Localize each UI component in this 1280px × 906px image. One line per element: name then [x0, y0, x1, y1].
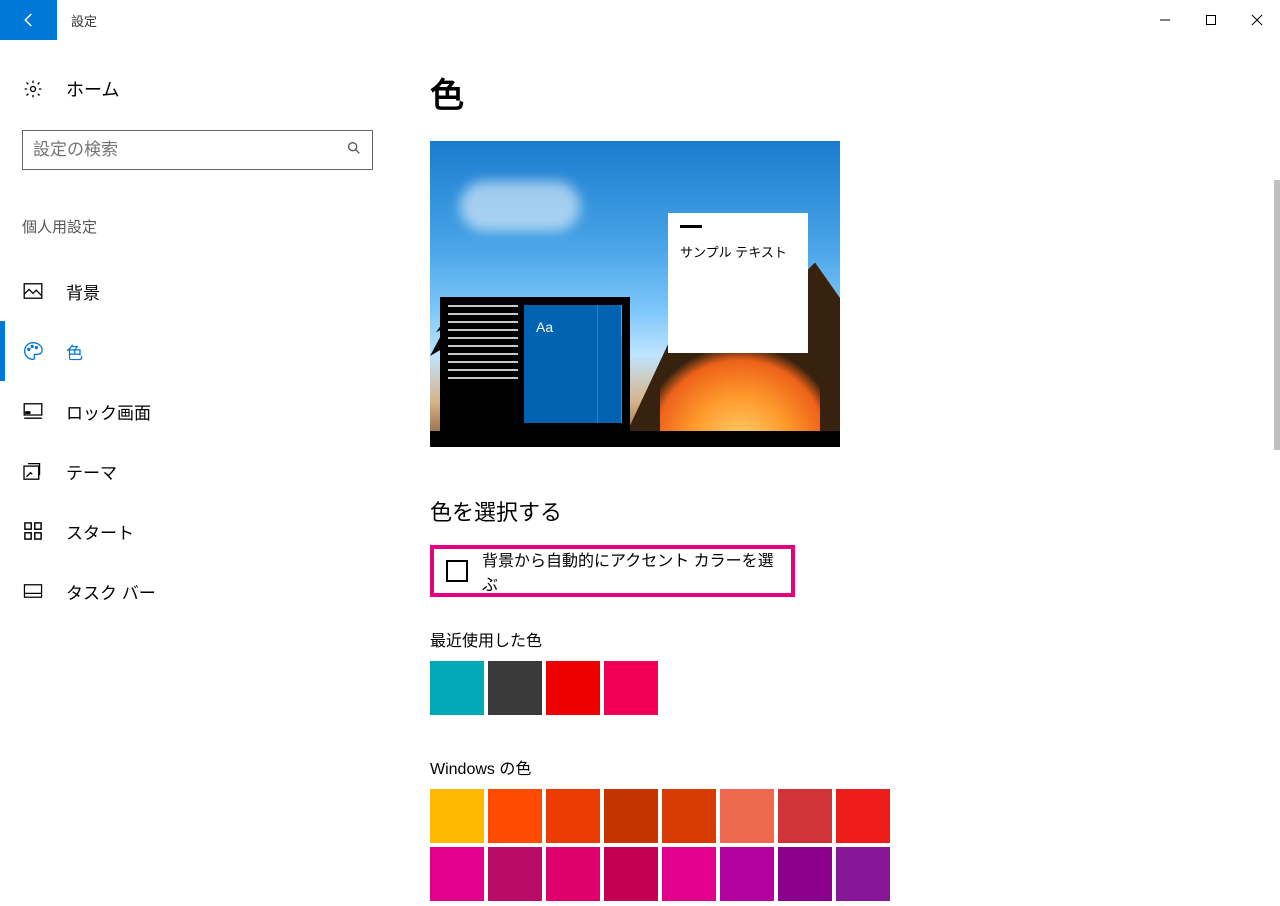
window-title: 設定 [57, 11, 97, 30]
color-swatch[interactable] [836, 789, 890, 843]
checkbox-icon[interactable] [446, 560, 468, 582]
section-label: 個人用設定 [22, 216, 373, 237]
sidebar-item-colors[interactable]: 色 [22, 321, 373, 381]
search-icon [346, 140, 362, 161]
recent-colors [430, 661, 900, 715]
scrollbar[interactable] [1274, 40, 1280, 906]
sidebar-item-taskbar[interactable]: タスク バー [22, 561, 373, 621]
color-swatch[interactable] [546, 847, 600, 901]
color-swatch[interactable] [488, 847, 542, 901]
windows-colors-heading: Windows の色 [430, 755, 1280, 779]
monitor-icon [22, 403, 44, 419]
color-swatch[interactable] [662, 789, 716, 843]
color-swatch[interactable] [604, 661, 658, 715]
minimize-button[interactable] [1142, 0, 1188, 40]
color-swatch[interactable] [430, 661, 484, 715]
sidebar-item-themes[interactable]: テーマ [22, 441, 373, 501]
color-swatch[interactable] [604, 789, 658, 843]
sidebar-item-label: スタート [66, 519, 134, 544]
auto-accent-label: 背景から自動的にアクセント カラーを選ぶ [482, 547, 779, 595]
page-title: 色 [430, 68, 1280, 117]
color-swatch[interactable] [546, 789, 600, 843]
color-swatch[interactable] [836, 847, 890, 901]
sidebar-item-label: 色 [66, 339, 83, 364]
close-button[interactable] [1234, 0, 1280, 40]
search-field[interactable] [33, 140, 346, 160]
color-swatch[interactable] [778, 789, 832, 843]
sidebar-item-label: 背景 [66, 279, 100, 304]
color-swatch[interactable] [488, 661, 542, 715]
home-link[interactable]: ホーム [22, 76, 373, 102]
recent-colors-heading: 最近使用した色 [430, 627, 1280, 651]
color-swatch[interactable] [430, 847, 484, 901]
sidebar-item-background[interactable]: 背景 [22, 261, 373, 321]
desktop-preview: Aa サンプル テキスト [430, 141, 840, 447]
color-swatch[interactable] [720, 789, 774, 843]
taskbar-icon [22, 584, 44, 598]
sidebar-item-lockscreen[interactable]: ロック画面 [22, 381, 373, 441]
color-swatch[interactable] [778, 847, 832, 901]
sidebar-item-label: タスク バー [66, 579, 156, 604]
preview-tile-text: Aa [536, 319, 553, 335]
preview-sample-text: サンプル テキスト [680, 242, 796, 261]
sidebar-item-label: ロック画面 [66, 399, 151, 424]
maximize-button[interactable] [1188, 0, 1234, 40]
color-swatch[interactable] [662, 847, 716, 901]
picture-icon [22, 283, 44, 299]
scrollbar-thumb[interactable] [1274, 180, 1280, 450]
choose-color-heading: 色を選択する [430, 495, 1280, 527]
color-swatch[interactable] [720, 847, 774, 901]
sidebar-item-label: テーマ [66, 459, 117, 484]
color-swatch[interactable] [430, 789, 484, 843]
gear-icon [22, 79, 44, 99]
pen-frame-icon [22, 462, 44, 480]
auto-accent-checkbox-row[interactable]: 背景から自動的にアクセント カラーを選ぶ [430, 545, 795, 597]
sidebar-item-start[interactable]: スタート [22, 501, 373, 561]
grid-icon [22, 522, 44, 540]
color-swatch[interactable] [488, 789, 542, 843]
color-swatch[interactable] [546, 661, 600, 715]
windows-colors [430, 789, 900, 901]
back-button[interactable] [0, 0, 57, 40]
home-label: ホーム [66, 76, 119, 102]
palette-icon [22, 341, 44, 361]
color-swatch[interactable] [604, 847, 658, 901]
search-input[interactable] [22, 130, 373, 170]
